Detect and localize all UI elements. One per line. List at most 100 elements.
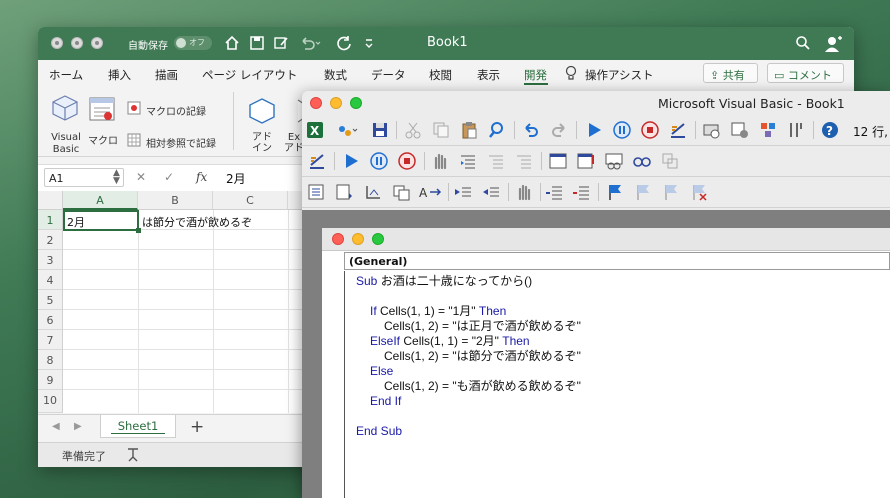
row-header-9[interactable]: 9 [38, 370, 63, 390]
excel-view-icon[interactable]: X [306, 121, 324, 139]
redo-icon[interactable] [336, 35, 352, 51]
save-icon[interactable] [371, 121, 389, 139]
vba-zoom-button[interactable] [350, 97, 362, 109]
row-header-2[interactable]: 2 [38, 230, 63, 250]
code-line[interactable]: Cells(1, 2) = "は正月で酒が飲めるぞ" [356, 319, 581, 334]
code-line[interactable]: If Cells(1, 1) = "1月" Then [356, 304, 581, 319]
tab-developer[interactable]: 開発 [524, 67, 547, 83]
insert-function-icon[interactable]: fx [196, 170, 207, 184]
run-icon[interactable] [342, 152, 360, 170]
save-icon[interactable] [249, 35, 265, 51]
fill-handle[interactable] [136, 228, 141, 233]
minimize-button[interactable] [71, 37, 83, 49]
share-button[interactable]: ⇪ 共有 [703, 63, 758, 83]
watch-window-icon[interactable] [605, 152, 623, 170]
formula-input[interactable]: 2月 [226, 170, 246, 187]
code-line[interactable]: ElseIf Cells(1, 1) = "2月" Then [356, 334, 581, 349]
cancel-formula-icon[interactable]: ✕ [136, 170, 146, 184]
visual-basic-icon[interactable] [50, 94, 80, 122]
tab-view[interactable]: 表示 [477, 67, 500, 83]
add-sheet-icon[interactable]: + [190, 417, 204, 437]
tab-formulas[interactable]: 数式 [324, 67, 347, 83]
add-ins-icon[interactable] [248, 98, 276, 124]
step-out-icon[interactable] [515, 152, 533, 170]
row-header-3[interactable]: 3 [38, 250, 63, 270]
customize-toolbar-icon[interactable] [364, 36, 374, 50]
home-icon[interactable] [224, 35, 240, 51]
code-line[interactable] [356, 409, 581, 424]
vba-close-button[interactable] [310, 97, 322, 109]
copy-icon[interactable] [432, 121, 450, 139]
reset-icon[interactable] [398, 152, 416, 170]
edit-icon[interactable] [273, 35, 289, 51]
select-all-corner[interactable] [38, 191, 63, 210]
clear-bookmarks-icon[interactable] [690, 183, 708, 201]
name-box[interactable]: A1 ▲ ▼ [44, 168, 124, 187]
name-box-stepper-icon[interactable]: ▲ ▼ [113, 169, 120, 186]
list-properties-icon[interactable] [308, 183, 326, 201]
cell-b1[interactable]: は節分で酒が飲めるぞ [142, 214, 252, 230]
undo-icon[interactable] [299, 35, 321, 51]
outdent-icon[interactable] [482, 183, 500, 201]
parameter-info-icon[interactable] [392, 183, 410, 201]
code-line[interactable]: Cells(1, 2) = "は節分で酒が飲めるぞ" [356, 349, 581, 364]
undo-icon[interactable] [522, 121, 540, 139]
reset-icon[interactable] [641, 121, 659, 139]
column-header-a[interactable]: A [63, 191, 138, 210]
code-line[interactable]: Else [356, 364, 581, 379]
autosave-toggle[interactable]: オフ [174, 36, 212, 50]
uncomment-block-icon[interactable] [572, 183, 590, 201]
code-line[interactable]: End If [356, 394, 581, 409]
code-line[interactable]: Sub お酒は二十歳になってから() [356, 274, 581, 289]
column-header-c[interactable]: C [213, 191, 288, 210]
account-icon[interactable] [823, 35, 843, 53]
row-header-4[interactable]: 4 [38, 270, 63, 290]
sheet-next-icon[interactable]: ▶ [74, 421, 82, 432]
sheet-prev-icon[interactable]: ◀ [52, 421, 60, 432]
pause-icon[interactable] [370, 152, 388, 170]
immediate-window-icon[interactable] [577, 152, 595, 170]
comments-button[interactable]: ▭ コメント [767, 63, 844, 83]
row-header-5[interactable]: 5 [38, 290, 63, 310]
vba-minimize-button[interactable] [330, 97, 342, 109]
toolbox-icon[interactable] [787, 121, 805, 139]
complete-word-icon[interactable]: A [418, 183, 444, 201]
row-header-8[interactable]: 8 [38, 350, 63, 370]
code-line[interactable]: Cells(1, 2) = "も酒が飲める飲めるぞ" [356, 379, 581, 394]
help-icon[interactable]: ? [821, 121, 839, 139]
code-editor[interactable]: Sub お酒は二十歳になってから() If Cells(1, 1) = "1月" … [356, 274, 581, 439]
comment-block-icon[interactable] [545, 183, 563, 201]
tab-data[interactable]: データ [371, 67, 406, 83]
object-dropdown[interactable]: (General) [344, 252, 890, 270]
run-icon[interactable] [585, 121, 603, 139]
tab-insert[interactable]: 挿入 [108, 67, 131, 83]
paste-icon[interactable] [460, 121, 478, 139]
object-browser-icon[interactable] [759, 121, 777, 139]
tell-me-label[interactable]: 操作アシスト [585, 67, 654, 83]
code-zoom-button[interactable] [372, 233, 384, 245]
tab-page-layout[interactable]: ページ レイアウト [202, 67, 297, 83]
relative-reference-label[interactable]: 相対参照で記録 [146, 135, 216, 150]
sheet-tab-sheet1[interactable]: Sheet1 [100, 415, 176, 438]
toggle-breakpoint-icon[interactable] [431, 152, 449, 170]
row-header-7[interactable]: 7 [38, 330, 63, 350]
row-header-6[interactable]: 6 [38, 310, 63, 330]
call-stack-icon[interactable] [661, 152, 679, 170]
code-line[interactable]: End Sub [356, 424, 581, 439]
find-icon[interactable] [488, 121, 506, 139]
quick-watch-icon[interactable] [633, 152, 651, 170]
tab-draw[interactable]: 描画 [155, 67, 178, 83]
previous-bookmark-icon[interactable] [662, 183, 680, 201]
design-mode-icon[interactable] [669, 121, 687, 139]
code-close-button[interactable] [332, 233, 344, 245]
confirm-formula-icon[interactable]: ✓ [164, 170, 174, 184]
toggle-breakpoint-icon[interactable] [515, 183, 533, 201]
code-line[interactable] [356, 289, 581, 304]
accessibility-icon[interactable] [126, 447, 140, 463]
locals-window-icon[interactable] [549, 152, 567, 170]
indent-icon[interactable] [454, 183, 472, 201]
redo-icon[interactable] [550, 121, 568, 139]
tab-home[interactable]: ホーム [49, 67, 83, 83]
properties-window-icon[interactable] [731, 121, 749, 139]
column-header-b[interactable]: B [138, 191, 213, 210]
